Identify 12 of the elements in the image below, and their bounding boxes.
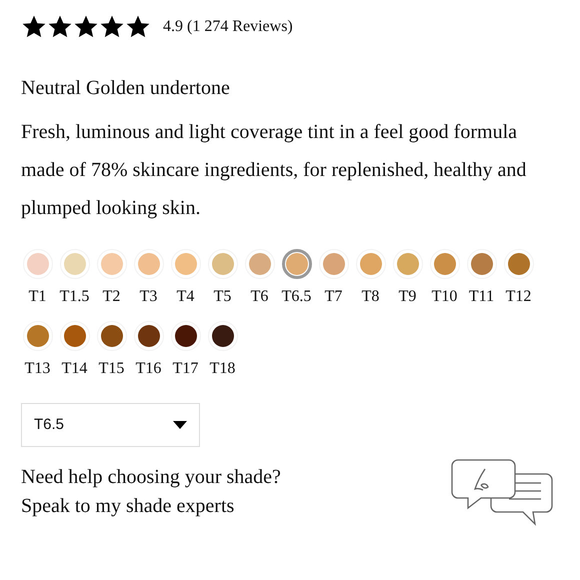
shade-select[interactable]: T6.5 [21,403,200,447]
star-icon [99,14,125,40]
star-icon [73,14,99,40]
star-icon [47,14,73,40]
shade-experts-link[interactable]: Speak to my shade experts [21,492,281,521]
rating-summary: 4.9 (1 274 Reviews) [163,17,293,37]
undertone-label: Neutral Golden undertone [21,76,231,101]
help-question: Need help choosing your shade? [21,465,281,490]
star-icon [21,14,47,40]
caret-icon [173,421,187,429]
star-icon [125,14,151,40]
product-description: Fresh, luminous and light coverage tint in a feel good formula made of 78% skincare ingredients, for replenished, healthy and plumped looking skin. [21,120,528,221]
